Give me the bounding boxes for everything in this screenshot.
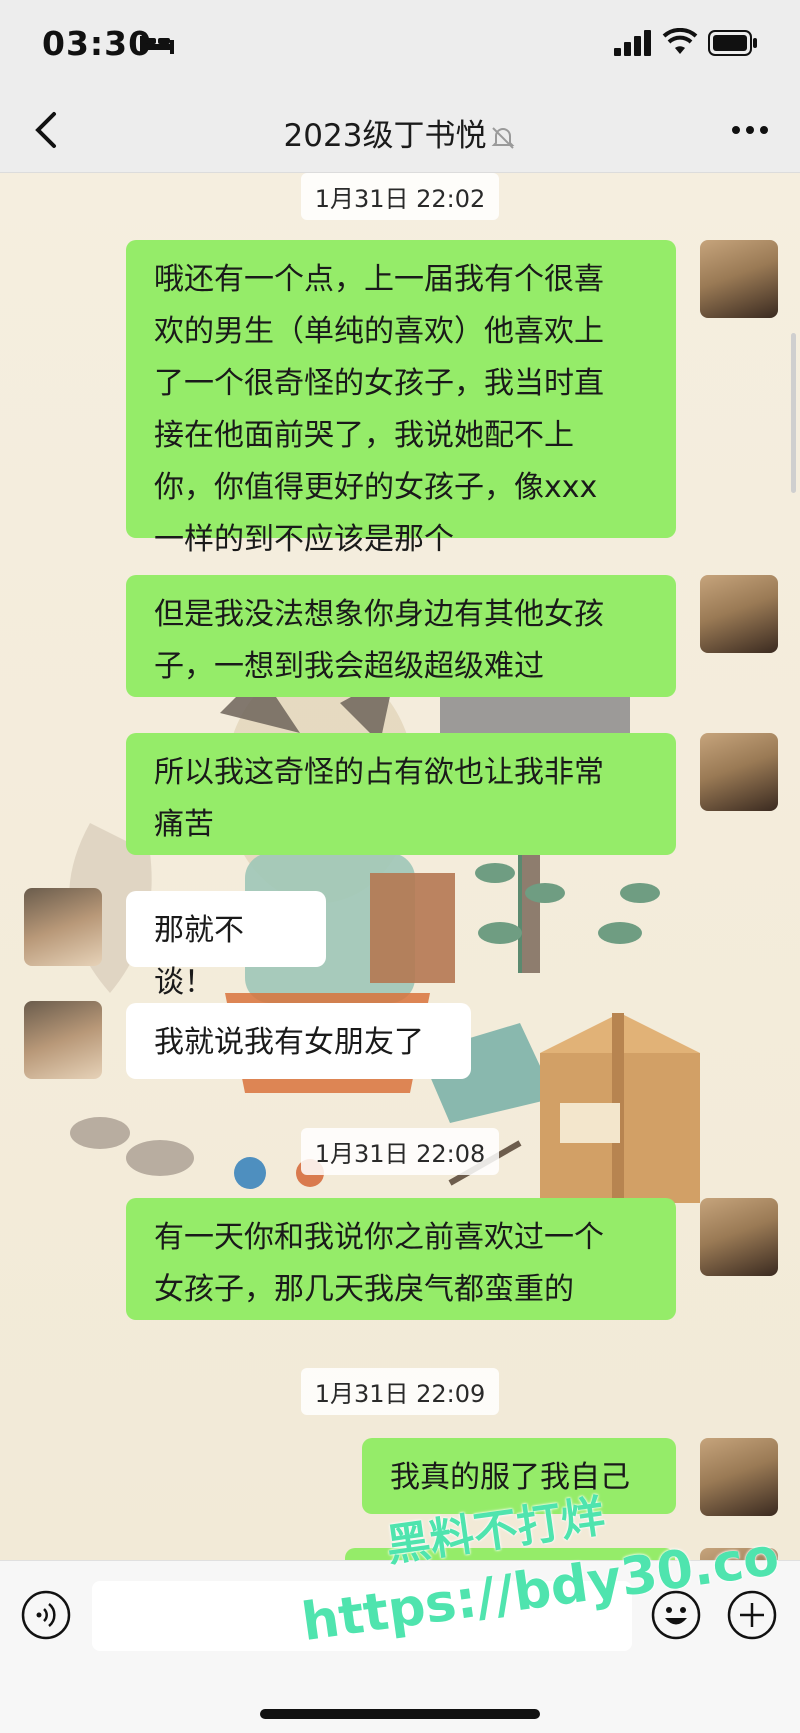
- message-line: 但是我没法想象你身边有其他女孩: [154, 597, 604, 632]
- timestamp-3: 1月31日 22:09: [0, 1368, 800, 1415]
- message-bubble-1[interactable]: 哦还有一个点，上一届我有个很喜 欢的男生（单纯的喜欢）他喜欢上 了一个很奇怪的女…: [126, 240, 676, 557]
- message-line: 欢的男生（单纯的喜欢）他喜欢上: [154, 314, 604, 349]
- message-line: 了一个很奇怪的女孩子，我当时直: [154, 366, 604, 401]
- cellular-signal-icon: [614, 30, 651, 56]
- timestamp-2: 1月31日 22:08: [0, 1128, 800, 1175]
- message-bubble-2[interactable]: 但是我没法想象你身边有其他女孩 子，一想到我会超级超级难过: [126, 575, 676, 697]
- my-avatar[interactable]: [700, 240, 778, 318]
- chat-title: 2023级丁书悦: [0, 110, 800, 155]
- status-time: 03:30: [42, 24, 153, 63]
- message-bubble-6[interactable]: 有一天你和我说你之前喜欢过一个 女孩子，那几天我戾气都蛮重的: [126, 1198, 676, 1320]
- message-line: 一样的到不应该是那个: [154, 522, 454, 557]
- message-bubble-4[interactable]: 那就不谈！: [126, 891, 326, 1000]
- chat-title-text: 2023级丁书悦: [283, 118, 487, 154]
- message-bubble-3[interactable]: 所以我这奇怪的占有欲也让我非常 痛苦: [126, 733, 676, 855]
- status-bar: 03:30: [0, 0, 800, 92]
- contact-avatar[interactable]: [24, 888, 102, 966]
- contact-avatar[interactable]: [24, 1001, 102, 1079]
- message-line: 哦还有一个点，上一届我有个很喜: [154, 262, 604, 297]
- chat-area[interactable]: 1月31日 22:02 哦还有一个点，上一届我有个很喜 欢的男生（单纯的喜欢）他…: [0, 173, 800, 1560]
- plus-icon[interactable]: [726, 1589, 778, 1641]
- sleep-mode-icon: [140, 36, 174, 54]
- more-dots-icon[interactable]: [730, 120, 770, 140]
- voice-icon[interactable]: [20, 1589, 72, 1641]
- scroll-indicator[interactable]: [791, 333, 796, 493]
- message-line: 接在他面前哭了，我说她配不上: [154, 418, 574, 453]
- chat-header: 2023级丁书悦: [0, 92, 800, 173]
- message-line: 痛苦: [154, 807, 214, 842]
- message-line: 有一天你和我说你之前喜欢过一个: [154, 1220, 604, 1255]
- message-line: 那就不谈！: [154, 913, 244, 1000]
- home-indicator: [260, 1709, 540, 1719]
- message-line: 子，一想到我会超级超级难过: [154, 649, 544, 684]
- mute-bell-icon: [492, 126, 515, 149]
- message-line: 女孩子，那几天我戾气都蛮重的: [154, 1272, 574, 1307]
- message-bubble-5[interactable]: 我就说我有女朋友了: [126, 1003, 471, 1079]
- my-avatar[interactable]: [700, 1438, 778, 1516]
- my-avatar[interactable]: [700, 733, 778, 811]
- my-avatar[interactable]: [700, 1198, 778, 1276]
- message-line: 所以我这奇怪的占有欲也让我非常: [154, 755, 604, 790]
- battery-icon: [708, 30, 757, 56]
- message-line: 我就说我有女朋友了: [154, 1025, 424, 1060]
- my-avatar[interactable]: [700, 575, 778, 653]
- timestamp-1: 1月31日 22:02: [0, 173, 800, 220]
- message-line: 你，你值得更好的女孩子，像xxx: [154, 470, 598, 505]
- wifi-icon: [662, 28, 698, 54]
